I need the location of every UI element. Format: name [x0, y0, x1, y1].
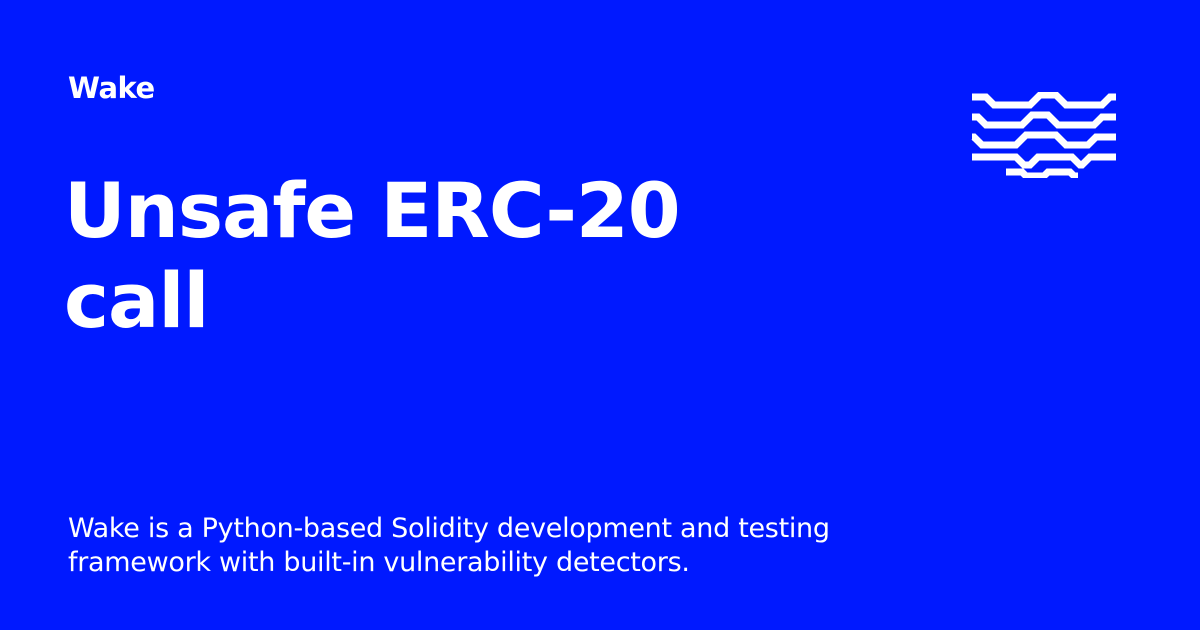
brand-name: Wake: [68, 71, 155, 105]
description-text: Wake is a Python-based Solidity developm…: [68, 513, 830, 578]
wake-logo-icon: [971, 92, 1116, 178]
page-title: Unsafe ERC-20 call: [64, 166, 681, 345]
